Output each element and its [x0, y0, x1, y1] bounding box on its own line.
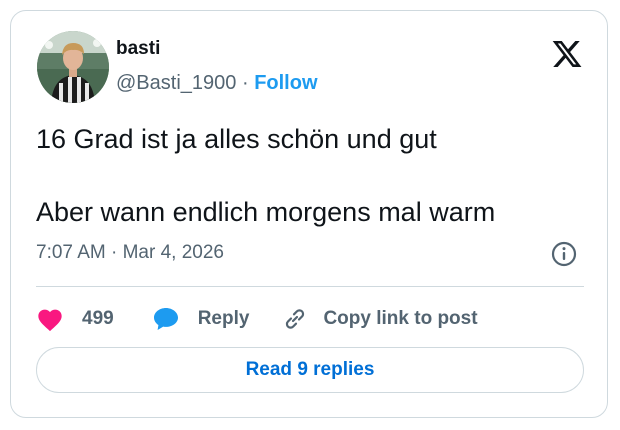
like-button[interactable]: 499	[36, 306, 114, 332]
reply-label: Reply	[197, 308, 250, 329]
read-replies-button[interactable]: Read 9 replies	[36, 347, 584, 393]
avatar[interactable]	[37, 31, 109, 103]
x-logo-icon[interactable]	[551, 38, 583, 70]
author-name[interactable]: basti	[116, 38, 160, 60]
like-count: 499	[82, 308, 114, 329]
tweet-card: basti @Basti_1900 · Follow 16 Grad ist j…	[10, 10, 608, 418]
action-bar: 499 Reply Copy link to post	[36, 303, 478, 335]
heart-icon	[36, 306, 64, 332]
tweet-text-line-2: Aber wann endlich morgens mal warm	[36, 197, 496, 227]
author-handle[interactable]: @Basti_1900	[116, 72, 236, 94]
tweet-timestamp[interactable]: 7:07 AM · Mar 4, 2026	[36, 242, 224, 264]
link-icon	[281, 305, 309, 333]
separator-dot: ·	[241, 72, 249, 94]
copy-link-label: Copy link to post	[323, 308, 478, 329]
speech-bubble-icon	[152, 305, 180, 333]
reply-button[interactable]: Reply	[152, 305, 250, 333]
copy-link-button[interactable]: Copy link to post	[281, 305, 478, 333]
divider	[36, 286, 584, 287]
handle-row: @Basti_1900 · Follow	[116, 72, 318, 95]
read-replies-label: Read 9 replies	[245, 359, 375, 380]
tweet-text: 16 Grad ist ja alles schön und gut Aber …	[36, 121, 576, 230]
info-icon[interactable]	[551, 241, 577, 267]
tweet-text-line-1: 16 Grad ist ja alles schön und gut	[36, 124, 437, 154]
follow-button[interactable]: Follow	[254, 72, 317, 94]
